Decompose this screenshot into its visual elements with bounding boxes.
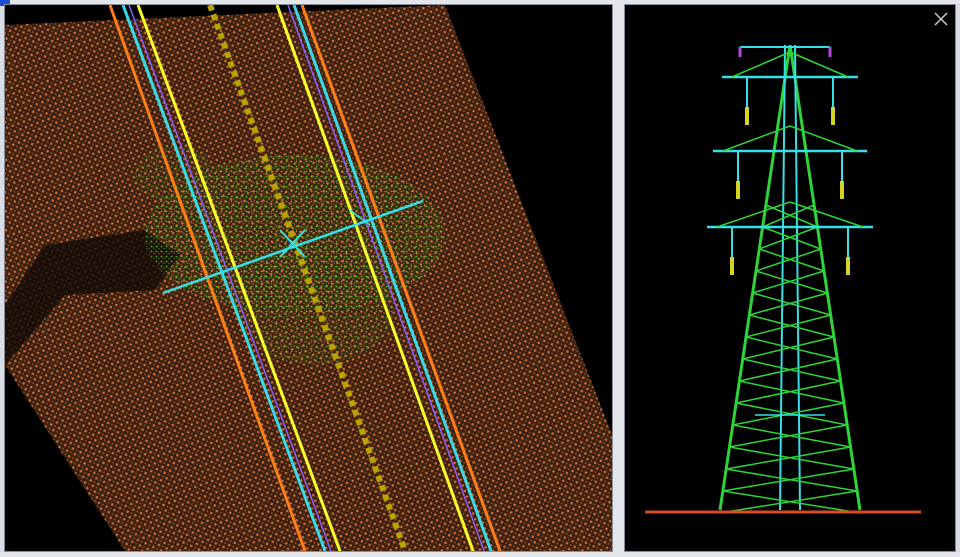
tower-brace xyxy=(759,226,818,250)
tower-brace xyxy=(749,314,835,338)
tower-brace xyxy=(749,292,828,316)
tower-brace xyxy=(755,248,821,272)
lower-crossarm-strut-right xyxy=(789,201,864,228)
tower-profile-pane[interactable] xyxy=(624,4,956,552)
tower-brace xyxy=(745,336,838,360)
tower-brace xyxy=(742,336,835,360)
tower-brace xyxy=(752,292,831,316)
tower-brace xyxy=(752,270,825,294)
tower-brace xyxy=(755,270,828,294)
middle-crossarm-strut-left xyxy=(722,125,791,152)
plan-view-pane[interactable] xyxy=(4,4,613,552)
lower-crossarm-strut-left xyxy=(716,201,791,228)
bottom-frame xyxy=(0,552,960,557)
tower-profile-canvas[interactable] xyxy=(625,5,955,551)
transmission-tower xyxy=(707,44,873,514)
middle-crossarm-strut-right xyxy=(789,125,858,152)
tower-brace xyxy=(759,248,825,272)
tower-brace xyxy=(762,226,821,250)
plan-view-canvas[interactable] xyxy=(5,5,612,551)
upper-crossarm-strut-right xyxy=(789,51,849,78)
tower-brace xyxy=(745,314,831,338)
close-icon[interactable] xyxy=(933,11,949,27)
vegetation-cluster-3 xyxy=(135,145,215,205)
pane-splitter[interactable] xyxy=(613,0,624,557)
